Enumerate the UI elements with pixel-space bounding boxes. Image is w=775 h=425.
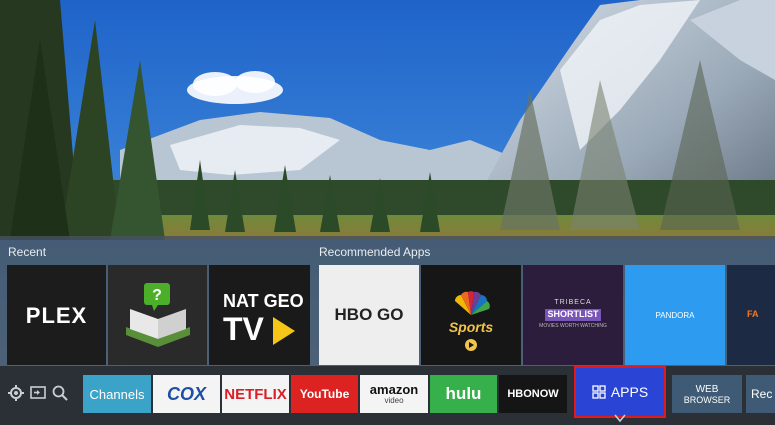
pandora-text: PANDORA (655, 311, 695, 320)
hulu-label: hulu (445, 384, 482, 403)
shortlist-subtitle: MOVIES WORTH WATCHING (539, 323, 607, 329)
apps-grid-icon (592, 385, 606, 399)
recent-section-label: Recent (8, 245, 47, 259)
apps-label: APPS (610, 384, 649, 400)
play-triangle-icon (273, 317, 295, 345)
peacock-icon (455, 291, 490, 315)
youtube-label: YouTube (299, 387, 350, 401)
web-browser-line1: WEB (695, 383, 719, 395)
recent-chip-partial[interactable]: Rec (746, 375, 775, 413)
recommended-tile-tribeca-shortlist[interactable]: TRIBECA SHORTLIST MOVIES WORTH WATCHING (523, 265, 623, 365)
tribeca-text: TRIBECA (554, 299, 592, 306)
book-question-icon: ? (126, 283, 190, 347)
youtube-chip[interactable]: YouTube (291, 375, 358, 413)
input-source-icon[interactable] (29, 384, 47, 402)
recent-tile-nat-geo-tv[interactable]: NAT GEO TV (209, 265, 310, 365)
chevron-down-icon (614, 414, 626, 423)
settings-icon[interactable] (7, 384, 25, 402)
web-browser-line2: BROWSER (683, 394, 731, 405)
recommended-tile-hbo-go[interactable]: HBO GO (319, 265, 419, 365)
cox-label: COX (166, 383, 206, 404)
netflix-label: NETFLIX (224, 385, 287, 403)
play-circle-icon (465, 339, 477, 351)
hbo-go-logo-text: HBO GO (334, 305, 404, 324)
natgeo-line2: TV (223, 311, 264, 347)
netflix-chip[interactable]: NETFLIX (222, 375, 289, 413)
channels-chip[interactable]: Channels (83, 375, 151, 413)
recommended-tile-fandango-partial[interactable]: FA (727, 265, 775, 365)
nbc-sports-text: Sports (448, 319, 494, 335)
cox-chip[interactable]: COX (153, 375, 220, 413)
amazon-sub-label: video (384, 396, 404, 405)
amazon-label: amazon (369, 382, 419, 397)
recommended-tile-nbc-sports[interactable]: Sports (421, 265, 521, 365)
amazon-video-chip[interactable]: amazon video (360, 375, 428, 413)
svg-text:?: ? (152, 287, 162, 304)
fandango-partial-text: FA (747, 309, 759, 319)
web-browser-chip[interactable]: WEB BROWSER (672, 375, 742, 413)
tv-home-screen: Recent Recommended Apps PLEX ? NAT GEO T… (0, 0, 775, 425)
plex-logo-text: PLEX (25, 303, 88, 328)
search-icon[interactable] (51, 384, 69, 402)
channels-label: Channels (89, 386, 145, 402)
recommended-tile-pandora[interactable]: PANDORA (625, 265, 725, 365)
recommended-apps-section-label: Recommended Apps (319, 245, 431, 259)
recent-tile-plex[interactable]: PLEX (7, 265, 106, 365)
apps-button[interactable]: APPS (574, 366, 666, 418)
hulu-chip[interactable]: hulu (430, 375, 497, 413)
hbo-now-label: HBONOW (507, 388, 559, 400)
shortlist-text: SHORTLIST (547, 309, 599, 319)
hbo-now-chip[interactable]: HBONOW (499, 375, 567, 413)
natgeo-line1: NAT GEO (223, 291, 304, 311)
next-partial-label: Rec (751, 387, 773, 401)
recent-tile-ebook[interactable]: ? (108, 265, 207, 365)
